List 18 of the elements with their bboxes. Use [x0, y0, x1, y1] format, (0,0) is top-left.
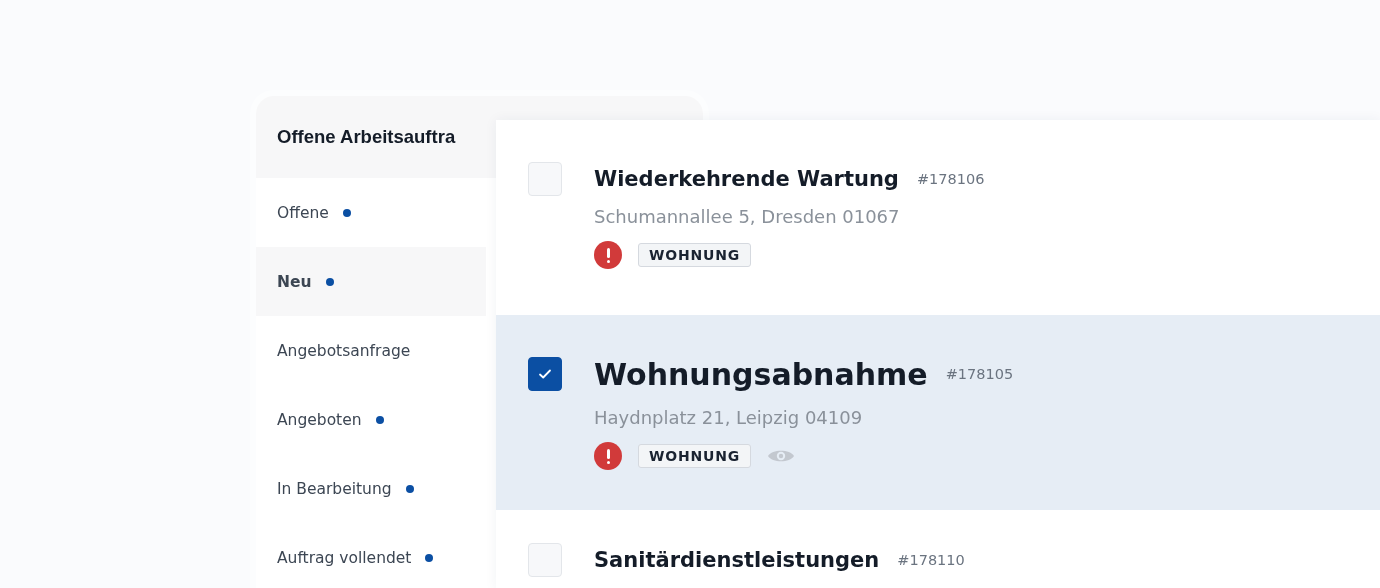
sidebar-item[interactable]: Neu — [256, 247, 486, 316]
order-number: #178105 — [945, 366, 1014, 382]
sidebar-item[interactable]: Auftrag vollendet — [256, 523, 486, 588]
order-number: #178110 — [897, 552, 965, 568]
order-title[interactable]: Wiederkehrende Wartung — [594, 167, 899, 191]
category-tag: WOHNUNG — [638, 243, 751, 267]
sidebar-item[interactable]: Angeboten — [256, 385, 486, 454]
order-number: #178106 — [916, 171, 985, 187]
sidebar-item[interactable]: Offene — [256, 178, 486, 247]
panel-title: Offene Arbeitsauftra — [277, 126, 456, 148]
order-address: Schumannallee 5, Dresden 01067 — [594, 206, 901, 227]
order-title[interactable]: Wohnungsabnahme — [594, 356, 928, 392]
checkbox[interactable] — [528, 357, 562, 391]
category-tag: WOHNUNG — [638, 444, 751, 468]
order-address: Haydnplatz 21, Leipzig 04109 — [594, 407, 864, 428]
sidebar-item[interactable]: Angebotsanfrage — [256, 316, 486, 385]
order-title[interactable]: Sanitärdienstleistungen — [594, 548, 880, 572]
sidebar-item[interactable]: In Bearbeitung — [256, 454, 486, 523]
